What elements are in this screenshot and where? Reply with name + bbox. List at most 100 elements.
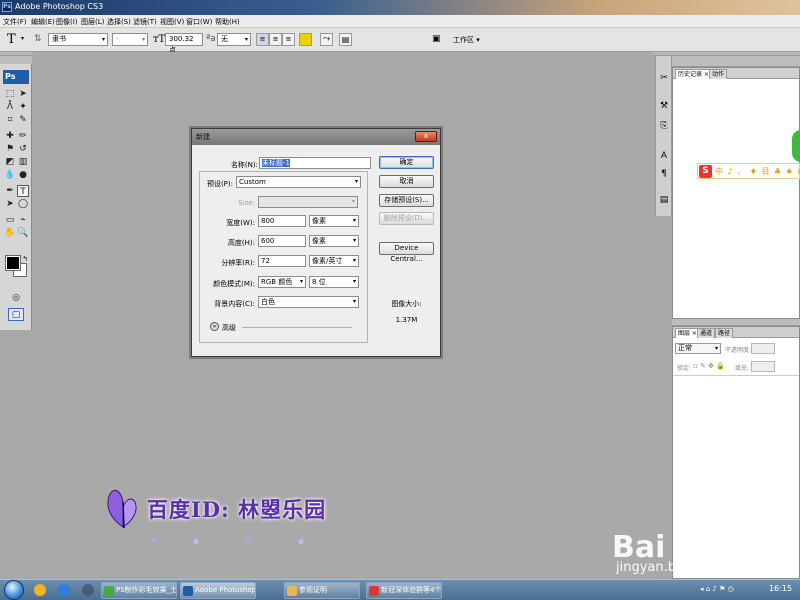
menu-select[interactable]: 选择(S) [107, 17, 131, 27]
tab-channels[interactable]: 通道 [697, 328, 716, 338]
dodge-tool-icon[interactable]: ● [17, 169, 29, 181]
tab-actions[interactable]: 动作 [709, 69, 728, 79]
advanced-label[interactable]: 高级 [222, 323, 236, 333]
type-tool-icon[interactable]: T [17, 185, 29, 197]
cancel-button[interactable]: 取消 [379, 175, 434, 188]
ime-toolbar[interactable]: S 中 ♪ 。 ♦ 目 ♣ ♠ ⊞ [697, 163, 800, 179]
tool-preset-arrow[interactable]: ▾ [21, 35, 24, 42]
menu-view[interactable]: 视图(V) [160, 17, 184, 27]
ok-button[interactable]: 确定 [379, 156, 434, 169]
paragraph-icon[interactable]: ¶ [658, 168, 670, 180]
blend-mode-select[interactable]: 正常 ▾ [675, 343, 721, 354]
menu-image[interactable]: 图像(I) [56, 17, 78, 27]
advanced-toggle-icon[interactable]: » [210, 322, 219, 331]
tools-preset-icon[interactable]: ✂ [658, 72, 670, 84]
antialias-select[interactable]: 无 ▾ [217, 33, 251, 46]
preset-select[interactable]: Custom ▾ [236, 176, 361, 188]
stamp-tool-icon[interactable]: ⚑ [4, 143, 16, 155]
system-tray-icons[interactable]: ◂ ⌂ ♪ ⚑ ◷ [700, 585, 770, 596]
brush-tool-icon[interactable]: ✏ [17, 130, 29, 142]
history-brush-tool-icon[interactable]: ↺ [17, 143, 29, 155]
explorer-icon[interactable] [34, 584, 46, 596]
clock[interactable]: 16:15 [769, 584, 792, 593]
type-tool-icon[interactable]: T [7, 32, 16, 47]
taskbar-item-chat[interactable]: 新冠深体验群等4个... [366, 582, 442, 599]
bit-depth-select[interactable]: 8 位 ▾ [309, 276, 359, 288]
magic-wand-tool-icon[interactable]: ✦ [17, 101, 29, 113]
align-center-button[interactable]: ≡ [269, 33, 282, 46]
resolution-input[interactable]: 72 [258, 255, 306, 267]
close-button[interactable]: x [415, 131, 437, 142]
clone-source-icon[interactable]: ⎘ [658, 120, 670, 132]
blur-tool-icon[interactable]: 💧 [4, 169, 16, 181]
width-unit-select[interactable]: 像素 ▾ [309, 215, 359, 227]
tab-paths[interactable]: 路径 [715, 328, 734, 338]
taskbar-item-browser[interactable]: PS制作彩毛效果_土... [101, 582, 177, 599]
tools-header[interactable] [0, 56, 32, 64]
device-central-button[interactable]: Device Central... [379, 242, 434, 263]
height-input[interactable]: 600 [258, 235, 306, 247]
opacity-input[interactable] [751, 343, 775, 354]
marquee-tool-icon[interactable]: ⬚ [4, 88, 16, 100]
background-contents-select[interactable]: 白色 ▾ [258, 296, 359, 308]
eraser-tool-icon[interactable]: ◩ [4, 156, 16, 168]
size-select[interactable]: ▾ [258, 196, 358, 208]
brushes-icon[interactable]: ⚒ [658, 100, 670, 112]
eyedropper-tool-icon[interactable]: ✎ [17, 114, 29, 126]
color-mode-select[interactable]: RGB 颜色 ▾ [258, 276, 306, 288]
orientation-icon[interactable]: ⇅ [34, 34, 42, 44]
text-color-swatch[interactable] [299, 33, 312, 46]
move-tool-icon[interactable]: ➤ [17, 88, 29, 100]
menu-edit[interactable]: 编辑(E) [31, 17, 55, 27]
align-right-button[interactable]: ≡ [282, 33, 295, 46]
shape-tool-icon[interactable]: ◯ [17, 198, 29, 210]
menu-help[interactable]: 帮助(H) [215, 17, 240, 27]
show-desktop-icon[interactable] [82, 584, 94, 596]
dialog-title-bar[interactable]: 新建 x [192, 129, 440, 145]
swap-colors-icon[interactable]: ↰ [19, 253, 31, 265]
foreground-color-swatch[interactable] [5, 255, 21, 271]
path-select-tool-icon[interactable]: ➤ [4, 198, 16, 210]
right-dock-header[interactable] [672, 56, 800, 67]
notes-tool-icon[interactable]: ▭ [4, 214, 16, 226]
resolution-unit-select[interactable]: 像素/英寸 ▾ [309, 255, 359, 267]
ie-icon[interactable] [58, 584, 70, 596]
floating-widget[interactable] [792, 130, 800, 162]
menu-layer[interactable]: 图层(L) [81, 17, 104, 27]
palettes-toggle-button[interactable]: ▤ [339, 33, 352, 46]
healing-tool-icon[interactable]: ✚ [4, 130, 16, 142]
screen-mode-icon[interactable]: ▢ [8, 308, 24, 321]
name-field[interactable]: 未标题-1 [259, 157, 371, 169]
zoom-tool-icon[interactable]: 🔍 [17, 227, 29, 239]
fill-input[interactable] [751, 361, 775, 372]
save-preset-button[interactable]: 存储预设(S)... [379, 194, 434, 207]
camera-icon[interactable]: ▣ [432, 34, 441, 44]
width-input[interactable]: 800 [258, 215, 306, 227]
layers-dock-header[interactable] [672, 319, 800, 326]
lasso-tool-icon[interactable]: ᐰ [4, 101, 16, 113]
taskbar-item-photoshop[interactable]: Adobe Photoshop ... [180, 582, 256, 599]
lock-icons[interactable]: ▫ ✎ ✥ 🔒 [693, 362, 725, 370]
pen-tool-icon[interactable]: ✒ [4, 185, 16, 197]
warp-text-button[interactable]: ⤳ [320, 33, 333, 46]
font-size-input[interactable]: 300.32 点 [165, 33, 203, 54]
font-style-select[interactable]: - ▾ [112, 33, 148, 46]
delete-preset-button[interactable]: 删除预设(D)... [379, 212, 434, 225]
hand-tool-icon[interactable]: ✋ [4, 227, 16, 239]
menu-window[interactable]: 窗口(W) [186, 17, 212, 27]
workspace-menu[interactable]: 工作区 ▾ [453, 35, 480, 45]
start-button[interactable] [4, 580, 24, 600]
crop-tool-icon[interactable]: ⌗ [4, 114, 16, 126]
character-icon[interactable]: A [658, 150, 670, 162]
font-family-select[interactable]: 隶书 ▾ [48, 33, 108, 46]
tab-history[interactable]: 历史记录 × [675, 69, 712, 79]
taskbar-item-folder[interactable]: 参观证明 [284, 582, 360, 599]
layer-comps-icon[interactable]: ▤ [658, 194, 670, 206]
align-left-button[interactable]: ≡ [256, 33, 269, 46]
height-unit-select[interactable]: 像素 ▾ [309, 235, 359, 247]
window-title-bar[interactable]: Ps Adobe Photoshop CS3 [0, 0, 800, 15]
menu-file[interactable]: 文件(F) [3, 17, 27, 27]
gradient-tool-icon[interactable]: ▥ [17, 156, 29, 168]
quick-mask-icon[interactable]: ◎ [10, 292, 22, 304]
menu-filter[interactable]: 滤镜(T) [133, 17, 157, 27]
